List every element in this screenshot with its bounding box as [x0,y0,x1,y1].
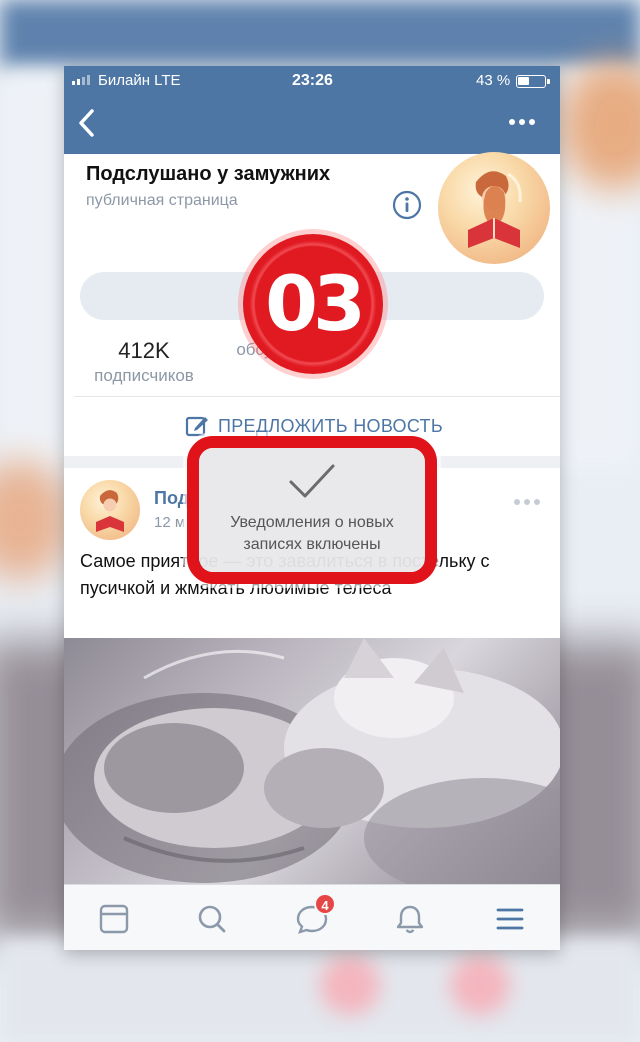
group-title: Подслушано у замужних [86,163,331,185]
app-header: Билайн LTE 23:26 43 % [64,66,560,154]
info-icon[interactable] [392,190,422,220]
tab-search[interactable] [192,899,232,939]
tab-messages[interactable]: 4 [292,893,336,939]
edit-icon [185,416,208,437]
more-options-button[interactable] [504,110,540,134]
tab-news[interactable] [94,899,134,939]
signal-icon [72,75,90,85]
group-avatar[interactable] [438,152,550,264]
subscribers-count: 412K [118,338,170,363]
post-more-button[interactable] [510,492,544,512]
notification-toast: Уведомления о новых записях включены [199,448,425,572]
chevron-left-icon [79,109,94,137]
bell-icon [396,905,424,934]
battery-percent: 43 % [476,72,511,89]
checkmark-icon [289,464,335,498]
tab-menu[interactable] [490,899,530,939]
status-time: 23:26 [292,72,333,89]
battery-icon [516,75,550,88]
suggest-news-label: ПРЕДЛОЖИТЬ НОВОСТЬ [218,415,443,436]
back-button[interactable] [74,106,102,140]
network-type: LTE [154,72,181,89]
divider [74,396,560,397]
tab-notifications[interactable] [390,899,430,939]
post-author-avatar[interactable] [80,480,140,540]
messages-badge: 4 [314,893,336,915]
status-bar: Билайн LTE 23:26 43 % [64,72,560,92]
step-number-badge: 03 [243,234,383,374]
toast-message: Уведомления о новых записях включены [230,514,394,553]
carrier-label: Билайн LTE [98,72,181,89]
post-image[interactable] [64,638,560,884]
post-author-name[interactable]: Под [154,488,189,509]
search-icon [198,905,226,933]
subscribers-stat[interactable]: 412K подписчиков [84,338,204,386]
post-timestamp: 12 м [154,514,186,531]
menu-icon [496,908,524,930]
group-type-label: публичная страница [86,192,238,209]
news-feed-icon [99,904,129,934]
battery-level [518,77,529,85]
subscribers-label: подписчиков [94,366,194,385]
bottom-tab-bar: 4 [64,884,560,950]
carrier-name: Билайн [98,72,150,89]
